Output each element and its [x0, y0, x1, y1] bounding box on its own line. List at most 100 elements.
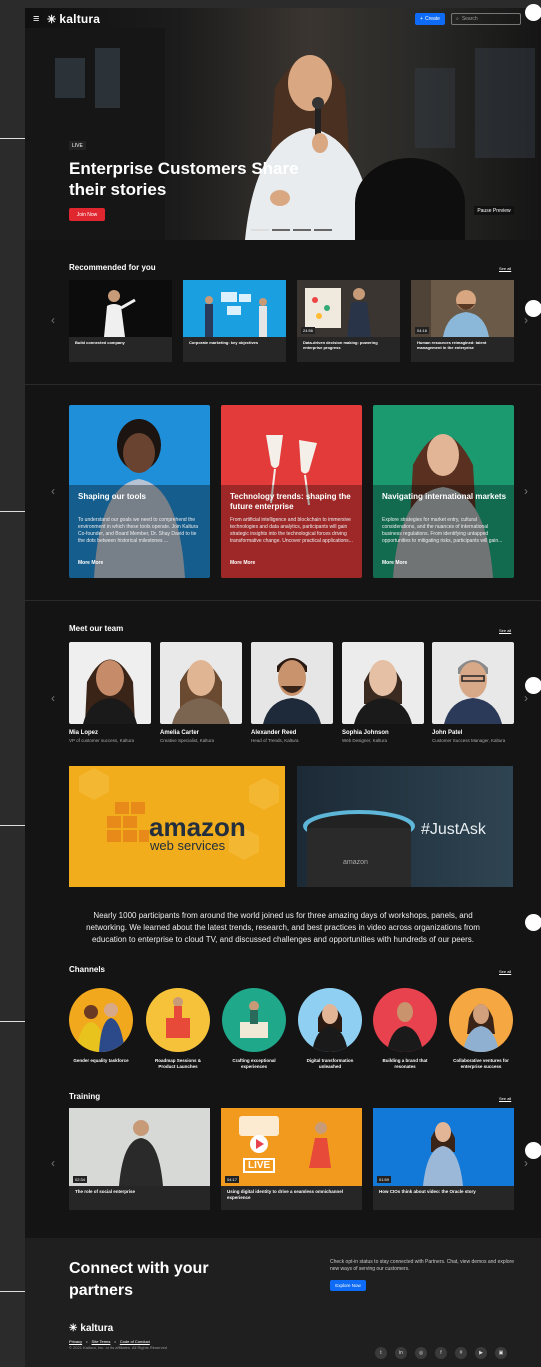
channels-title: Channels	[69, 965, 106, 974]
promo-card[interactable]: Technology trends: shaping the future en…	[221, 405, 362, 578]
training-see-all-link[interactable]: See all	[499, 1096, 511, 1101]
aws-logo: amazon web services	[79, 768, 279, 860]
aws-banner[interactable]: amazon web services	[69, 766, 285, 887]
channel-card[interactable]: Digital transformation unleashed	[298, 988, 362, 1070]
video-card[interactable]: Corporate marketing: key objectives	[183, 280, 286, 362]
team-member-card[interactable]: Alexander Reed Head of Trends, Kaltura	[251, 642, 333, 744]
duration-badge: 24:56	[301, 327, 316, 334]
channel-card[interactable]: Collaborative ventures for enterprise su…	[449, 988, 513, 1070]
promo-card[interactable]: Navigating international markets Explore…	[373, 405, 514, 578]
channel-card[interactable]: Gender equality taskforce	[69, 988, 133, 1064]
video-thumbnail	[423, 1122, 463, 1186]
top-navigation: ≡ ✳ kaltura + Create ⌕ Search	[25, 8, 541, 30]
promo-description: To understand our goals we need to compr…	[78, 517, 199, 544]
avatar	[263, 658, 321, 724]
channel-name: Gender equality taskforce	[73, 1058, 129, 1063]
video-caption: How CIOs think about video: the Oracle s…	[379, 1189, 476, 1194]
create-button[interactable]: + Create	[415, 13, 445, 25]
recommended-title: Recommended for you	[69, 263, 156, 272]
training-video-card[interactable]: LIVE 04:17 Using digital identity to dri…	[221, 1108, 362, 1210]
search-input[interactable]: ⌕ Search	[451, 13, 521, 25]
member-role: Head of Trends, Kaltura	[251, 738, 299, 743]
team-see-all-link[interactable]: See all	[499, 628, 511, 633]
channels-see-all-link[interactable]: See all	[499, 969, 511, 974]
facebook-icon[interactable]: f	[435, 1347, 447, 1359]
chevron-left-icon[interactable]: ‹	[51, 484, 55, 498]
brand-name: kaltura	[59, 12, 101, 26]
search-icon: ⌕	[456, 16, 459, 22]
team-member-card[interactable]: John Patel Customer Success Manager, Kal…	[432, 642, 514, 744]
echo-banner[interactable]: amazon #JustAsk	[297, 766, 513, 887]
channel-name: Building a brand that resonates	[382, 1058, 428, 1069]
chevron-right-icon[interactable]: ›	[524, 1156, 528, 1170]
carousel-dot[interactable]	[293, 229, 311, 231]
team-member-card[interactable]: Amelia Carter Creative Specialist, Kaltu…	[160, 642, 242, 744]
channel-image	[166, 997, 190, 1038]
kaltura-logo[interactable]: ✳ kaltura	[47, 12, 100, 26]
channel-name: Digital transformation unleashed	[306, 1058, 354, 1069]
video-caption: Build connected company	[75, 340, 125, 345]
chevron-left-icon[interactable]: ‹	[51, 691, 55, 705]
video-card[interactable]: Build connected company	[69, 280, 172, 362]
promo-title: Shaping our tools	[78, 492, 146, 501]
footer: Connect with your partners Check opt-in …	[25, 1238, 541, 1367]
avatar	[444, 660, 502, 724]
carousel-dot[interactable]	[272, 229, 290, 231]
member-role: VP of customer success, Kaltura	[69, 738, 134, 743]
member-name: Sophia Johnson	[342, 730, 389, 736]
twitch-icon[interactable]: ▣	[495, 1347, 507, 1359]
annotation-dot	[525, 4, 541, 21]
pause-preview-button[interactable]: Pause Preview	[474, 206, 514, 215]
training-title: Training	[69, 1092, 101, 1101]
promo-title: Technology trends: shaping the future en…	[230, 492, 351, 511]
chevron-right-icon[interactable]: ›	[524, 484, 528, 498]
site-terms-link[interactable]: Site Terms	[92, 1339, 111, 1344]
code-of-conduct-link[interactable]: Code of Conduct	[120, 1339, 150, 1344]
slack-icon[interactable]: #	[455, 1347, 467, 1359]
video-thumbnail	[239, 1116, 331, 1168]
hero-banner: ≡ ✳ kaltura + Create ⌕ Search LIVE Enter…	[25, 8, 541, 240]
video-thumbnail	[205, 292, 267, 337]
video-caption: Human resources reimagined: talent manag…	[417, 340, 487, 350]
video-card[interactable]: 24:56 Data-driven decision making: power…	[297, 280, 400, 362]
recommended-see-all-link[interactable]: See all	[499, 266, 511, 271]
promo-description: Explore strategies for market entry, cul…	[382, 517, 503, 544]
channel-image	[240, 1001, 268, 1038]
twitter-icon[interactable]: t	[375, 1347, 387, 1359]
channel-name: Collaborative ventures for enterprise su…	[453, 1058, 509, 1069]
team-title: Meet our team	[69, 624, 124, 633]
video-card[interactable]: 04:16 Human resources reimagined: talent…	[411, 280, 514, 362]
member-role: Web Designer, Kaltura	[342, 738, 387, 743]
explore-now-button[interactable]: Explore Now	[330, 1280, 366, 1291]
more-link[interactable]: More More	[382, 560, 407, 566]
chevron-left-icon[interactable]: ‹	[51, 1156, 55, 1170]
more-link[interactable]: More More	[78, 560, 103, 566]
social-links: t in ◎ f # ▶ ▣	[375, 1347, 507, 1359]
footer-logo[interactable]: ✳ kaltura	[69, 1323, 113, 1334]
search-placeholder: Search	[461, 16, 478, 22]
channel-card[interactable]: Roadmap Sessions & Product Launches	[146, 988, 210, 1070]
channel-card[interactable]: Crafting exceptional experiences	[222, 988, 286, 1070]
training-video-card[interactable]: 01:59 How CIOs think about video: the Or…	[373, 1108, 514, 1210]
training-video-card[interactable]: 02:34 The role of social enterprise	[69, 1108, 210, 1210]
instagram-icon[interactable]: ◎	[415, 1347, 427, 1359]
live-badge: LIVE	[69, 141, 86, 150]
youtube-icon[interactable]: ▶	[475, 1347, 487, 1359]
promo-card[interactable]: Shaping our tools To understand our goal…	[69, 405, 210, 578]
privacy-link[interactable]: Privacy	[69, 1339, 82, 1344]
team-member-card[interactable]: Sophia Johnson Web Designer, Kaltura	[342, 642, 424, 744]
annotation-dot	[525, 300, 541, 317]
channel-card[interactable]: Building a brand that resonates	[373, 988, 437, 1070]
more-link[interactable]: More More	[230, 560, 255, 566]
linkedin-icon[interactable]: in	[395, 1347, 407, 1359]
team-member-card[interactable]: Mia Lopez VP of customer success, Kaltur…	[69, 642, 151, 744]
carousel-dot[interactable]	[251, 229, 269, 231]
join-now-button[interactable]: Join Now	[69, 208, 105, 221]
carousel-dots	[251, 229, 332, 231]
duration-badge: 04:17	[225, 1176, 240, 1183]
chevron-right-icon[interactable]: ›	[524, 691, 528, 705]
promo-description: From artificial intelligence and blockch…	[230, 517, 353, 544]
hamburger-icon[interactable]: ≡	[33, 13, 47, 25]
chevron-left-icon[interactable]: ‹	[51, 313, 55, 327]
carousel-dot[interactable]	[314, 229, 332, 231]
